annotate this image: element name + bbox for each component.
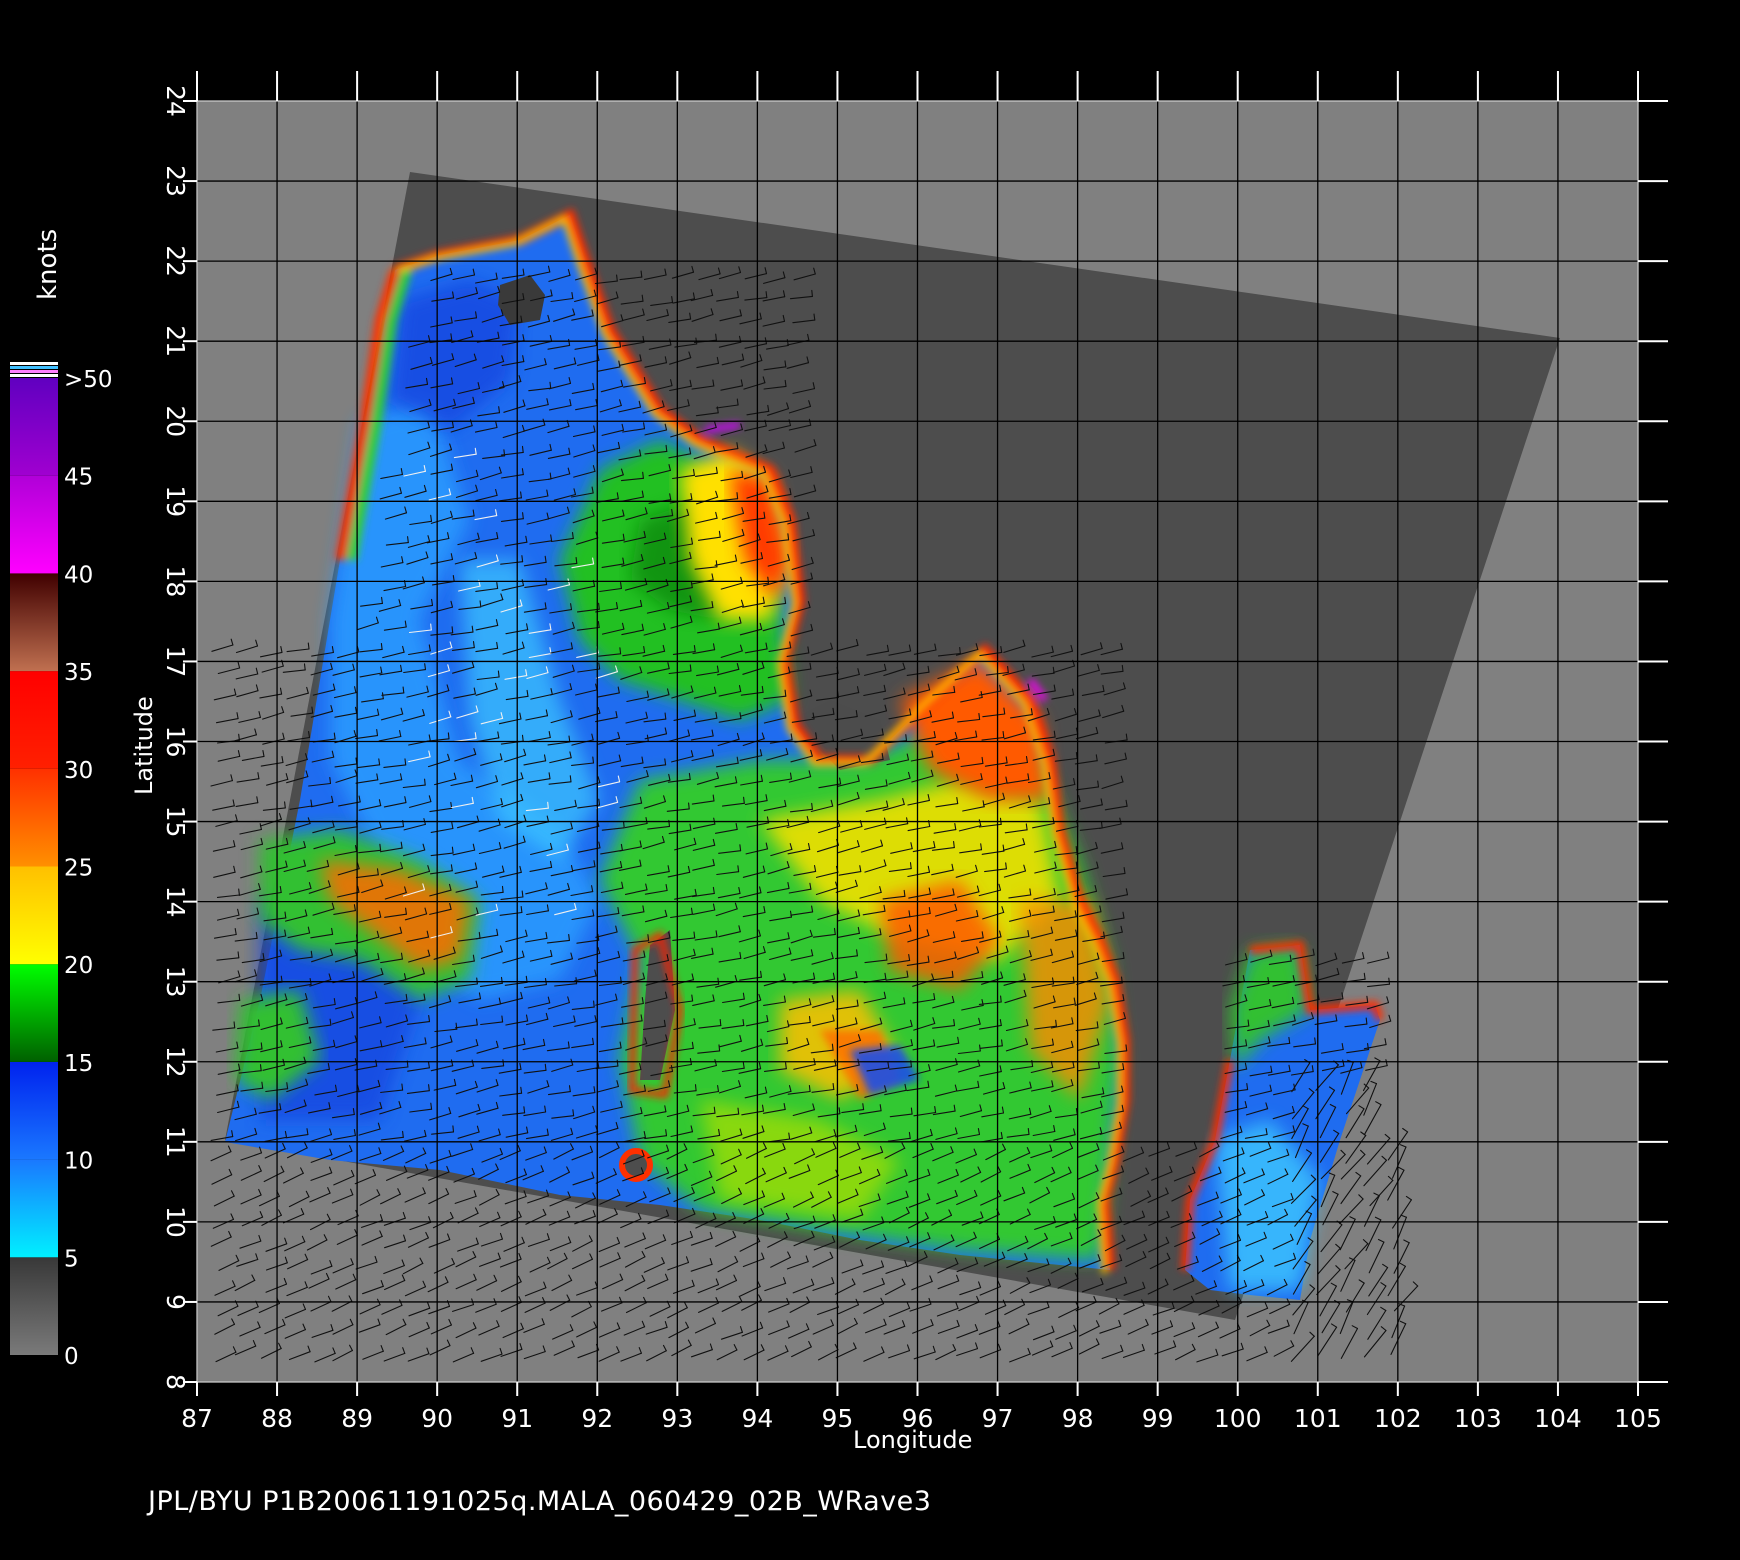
colorbar bbox=[10, 362, 58, 1355]
y-tick-label-15: 15 bbox=[161, 806, 190, 838]
x-tick-label-99: 99 bbox=[1142, 1404, 1174, 1433]
colorbar-label-20: 20 bbox=[64, 953, 93, 979]
x-tick-label-90: 90 bbox=[421, 1404, 453, 1433]
colorbar-cap-stripe bbox=[10, 366, 58, 369]
colorbar-label-10: 10 bbox=[64, 1149, 93, 1175]
y-tick-label-19: 19 bbox=[161, 485, 190, 517]
wind-map: 87 88 89 90 91 92 93 94 95 96 97 98 99 100 101 102 103 10… bbox=[10, 71, 1668, 1433]
colorbar-units-label: knots bbox=[33, 228, 63, 300]
y-tick-label-10: 10 bbox=[161, 1206, 190, 1238]
colorbar-cap-stripe bbox=[10, 374, 58, 377]
x-tick-label-94: 94 bbox=[741, 1404, 773, 1433]
x-tick-label-97: 97 bbox=[982, 1404, 1014, 1433]
y-tick-label-17: 17 bbox=[161, 646, 190, 678]
x-tick-label-92: 92 bbox=[581, 1404, 613, 1433]
colorbar-segment-15-20 bbox=[10, 964, 58, 1062]
x-tick-label-95: 95 bbox=[822, 1404, 854, 1433]
y-tick-label-9: 9 bbox=[161, 1294, 190, 1310]
x-tick-label-89: 89 bbox=[341, 1404, 373, 1433]
colorbar-label-30: 30 bbox=[64, 758, 93, 784]
colorbar-segment-0-5 bbox=[10, 1257, 58, 1355]
y-tick-label-11: 11 bbox=[161, 1126, 190, 1158]
y-tick-label-22: 22 bbox=[161, 245, 190, 277]
y-tick-label-8: 8 bbox=[161, 1374, 190, 1390]
x-tick-label-102: 102 bbox=[1374, 1404, 1422, 1433]
y-tick-label-20: 20 bbox=[161, 405, 190, 437]
x-axis-label: Longitude bbox=[853, 1426, 973, 1454]
colorbar-label-45: 45 bbox=[64, 465, 93, 491]
colorbar-label-35: 35 bbox=[64, 660, 93, 686]
x-tick-label-93: 93 bbox=[661, 1404, 693, 1433]
x-tick-label-105: 105 bbox=[1614, 1404, 1662, 1433]
x-tick-label-100: 100 bbox=[1214, 1404, 1262, 1433]
x-tick-label-88: 88 bbox=[261, 1404, 293, 1433]
y-tick-label-18: 18 bbox=[161, 565, 190, 597]
colorbar-segment-10-15 bbox=[10, 1061, 58, 1160]
y-tick-label-23: 23 bbox=[161, 165, 190, 197]
y-tick-label-24: 24 bbox=[161, 85, 190, 117]
y-tick-label-21: 21 bbox=[161, 325, 190, 357]
colorbar-cap-stripe bbox=[10, 370, 58, 373]
colorbar-segment-25-30 bbox=[10, 768, 58, 867]
colorbar-label-40: 40 bbox=[64, 562, 93, 588]
y-tick-label-12: 12 bbox=[161, 1046, 190, 1078]
y-tick-label-14: 14 bbox=[161, 886, 190, 918]
x-tick-label-101: 101 bbox=[1294, 1404, 1342, 1433]
colorbar-cap-stripe bbox=[10, 362, 58, 365]
colorbar-label-25: 25 bbox=[64, 856, 93, 882]
y-tick-labels: 8 9 10 11 12 13 14 15 16 17 18 19 20 21 22 23 24 bbox=[161, 85, 190, 1390]
footer-caption: JPL/BYU P1B20061191025q.MALA_060429_02B_… bbox=[148, 1486, 932, 1517]
colorbar-label-gt50: >50 bbox=[64, 367, 113, 393]
colorbar-segment-35-40 bbox=[10, 573, 58, 672]
colorbar-segment-20-25 bbox=[10, 866, 58, 965]
colorbar-segment-40-45 bbox=[10, 475, 58, 574]
y-axis-label: Latitude bbox=[130, 696, 158, 795]
x-tick-label-103: 103 bbox=[1454, 1404, 1502, 1433]
x-tick-label-98: 98 bbox=[1062, 1404, 1094, 1433]
colorbar-label-15: 15 bbox=[64, 1051, 93, 1077]
y-tick-label-16: 16 bbox=[161, 726, 190, 758]
colorbar-segment-5-10 bbox=[10, 1159, 58, 1258]
colorbar-label-0: 0 bbox=[64, 1344, 79, 1370]
colorbar-segment-45-50 bbox=[10, 378, 58, 476]
colorbar-segment-30-35 bbox=[10, 671, 58, 769]
colorbar-label-5: 5 bbox=[64, 1246, 79, 1272]
x-tick-label-87: 87 bbox=[181, 1404, 213, 1433]
y-tick-label-13: 13 bbox=[161, 966, 190, 998]
x-tick-label-91: 91 bbox=[501, 1404, 533, 1433]
colorbar-labels: >50 45 40 35 30 25 20 15 10 5 0 bbox=[64, 367, 113, 1370]
x-tick-label-104: 104 bbox=[1534, 1404, 1582, 1433]
